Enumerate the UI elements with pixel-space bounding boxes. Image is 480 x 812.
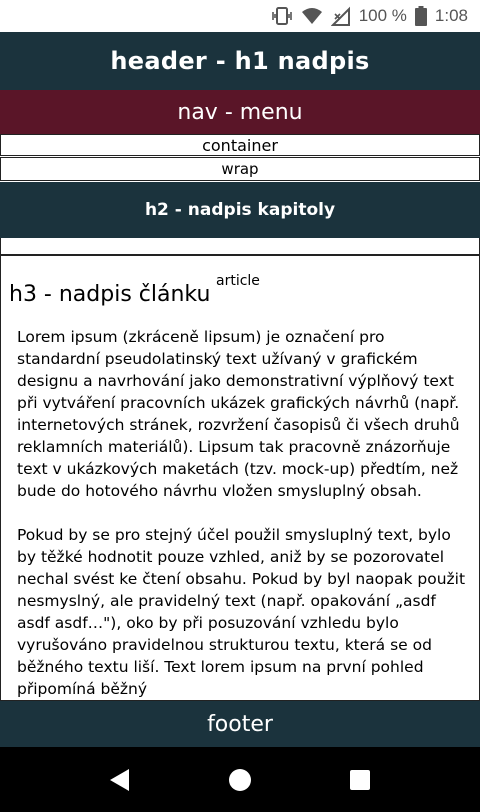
page-footer: footer (0, 701, 480, 747)
wrap-box: wrap (0, 157, 480, 181)
spacer (0, 238, 480, 255)
nav-menu[interactable]: nav - menu (0, 90, 480, 134)
vibrate-icon (271, 6, 293, 26)
article-paragraph: Lorem ipsum (zkráceně lipsum) je označen… (17, 328, 460, 500)
battery-percent: 100 % (358, 6, 407, 25)
section-heading: h2 - nadpis kapitoly (144, 200, 336, 220)
battery-icon (414, 6, 427, 26)
page-header: header - h1 nadpis (0, 32, 480, 90)
section-heading-bar: h2 - nadpis kapitoly (0, 182, 480, 238)
home-button[interactable] (220, 760, 260, 800)
article-paragraph: Pokud by se pro stejný účel použil smysl… (17, 526, 466, 698)
page-title: header - h1 nadpis (110, 47, 370, 75)
wrap-label: wrap (221, 160, 259, 178)
back-icon (110, 768, 129, 791)
article-body: Lorem ipsum (zkráceně lipsum) je označen… (17, 326, 469, 700)
system-nav-bar (0, 747, 480, 812)
article-tag-label: article (216, 273, 260, 289)
nav-menu-label: nav - menu (177, 99, 303, 125)
status-bar: 100 % 1:08 (0, 0, 480, 32)
clock: 1:08 (434, 6, 468, 25)
back-button[interactable] (100, 760, 140, 800)
container-label: container (202, 135, 278, 155)
recents-button[interactable] (340, 760, 380, 800)
home-icon (229, 768, 251, 791)
wifi-icon (301, 7, 323, 25)
article-heading: h3 - nadpis článku (9, 282, 211, 307)
signal-icon (330, 6, 351, 26)
footer-label: footer (207, 711, 273, 737)
container-box: container (0, 134, 480, 156)
recents-icon (350, 769, 370, 790)
article: h3 - nadpis článku article Lorem ipsum (… (0, 255, 480, 701)
